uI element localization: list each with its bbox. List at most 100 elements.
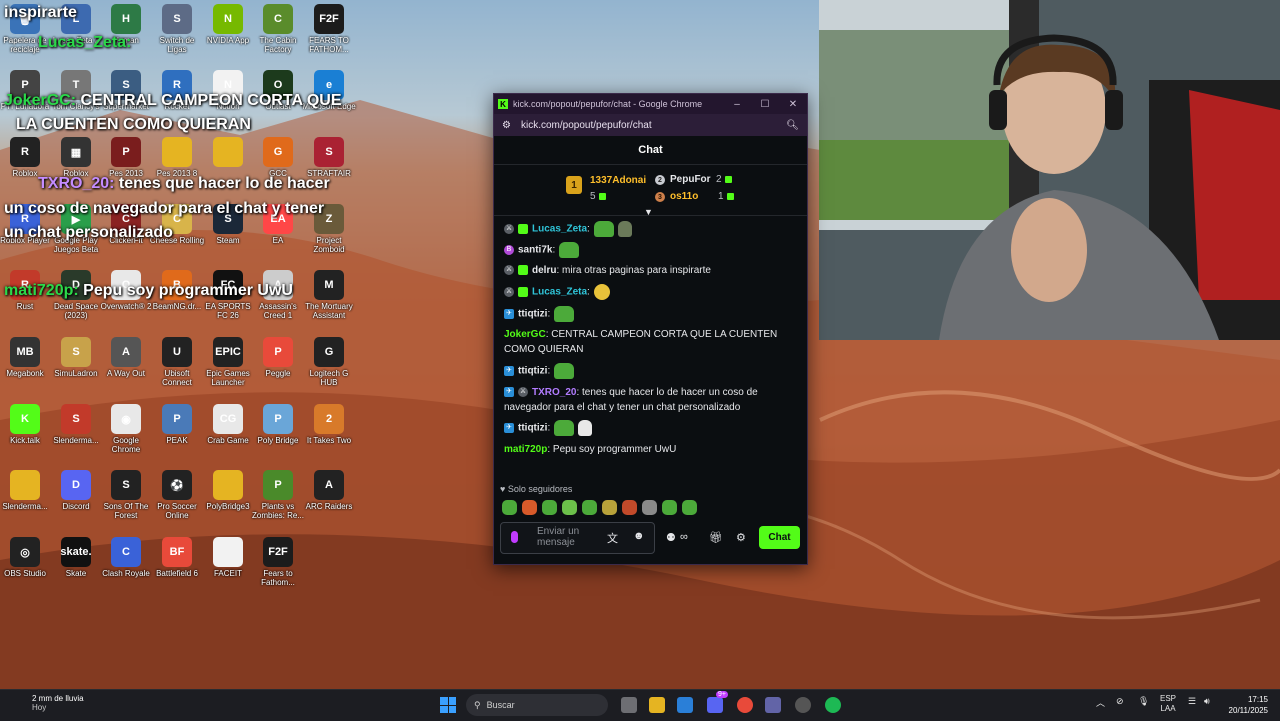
desktop-icon-label: Kick.talk [10, 436, 40, 445]
start-button[interactable] [440, 697, 456, 713]
chat-username[interactable]: mati720p [504, 444, 547, 455]
weather-title: 2 mm de lluvia [32, 694, 84, 703]
teams-icon[interactable] [765, 697, 781, 713]
desktop-icon[interactable]: ◉ Google Chrome [98, 404, 154, 454]
emote-button[interactable] [522, 500, 537, 515]
desktop-icon[interactable]: P Poly Bridge [250, 404, 306, 445]
mic-tray-icon[interactable]: 🎙︎ [1138, 696, 1149, 707]
chat-username[interactable]: TXRO_20 [532, 387, 576, 398]
tray-overflow-icon[interactable]: ︿ [1096, 696, 1105, 709]
desktop-icon[interactable]: S Slenderma... [48, 404, 104, 445]
emoji-icon[interactable]: ☻ [633, 530, 645, 542]
desktop-icon[interactable]: EPIC Epic Games Launcher [200, 337, 256, 387]
desktop-icon[interactable]: A ARC Raiders [301, 470, 357, 511]
chat-message-list[interactable]: ⚔ Lucas_Zeta: Bsanti7k: ⚔ delru: mira otra… [494, 218, 807, 476]
chat-username[interactable]: Lucas_Zeta [532, 224, 587, 235]
chat-username[interactable]: ttiqtizi [518, 309, 547, 320]
desktop-icon[interactable]: D Discord [48, 470, 104, 511]
obs-taskbar-icon[interactable] [795, 697, 811, 713]
microphone-icon[interactable] [511, 531, 518, 543]
collapse-chevron-icon[interactable]: ▼ [644, 207, 653, 217]
desktop-icon[interactable]: K Kick.talk [0, 404, 53, 445]
volume-icon[interactable]: 🔊︎ [1204, 696, 1210, 707]
infinity-icon[interactable]: ∞ [680, 531, 688, 543]
desktop-icon[interactable]: 2 It Takes Two [301, 404, 357, 445]
leader-third-name[interactable]: os11o [670, 191, 698, 202]
window-titlebar[interactable]: K kick.com/popout/pepufor/chat - Google … [494, 94, 807, 114]
language-indicator[interactable]: ESP LAA [1160, 694, 1176, 714]
discord-taskbar-icon[interactable] [707, 697, 723, 713]
desktop-icon[interactable]: CG Crab Game [200, 404, 256, 445]
network-off-icon[interactable]: ⊘ [1116, 696, 1124, 707]
desktop-icon-label: Pro Soccer Online [157, 502, 197, 520]
chat-username[interactable]: JokerGC [504, 329, 546, 340]
taskbar: 2 mm de lluvia Hoy ⚲ Buscar 9+ ︿ ⊘ 🎙︎ ES… [0, 689, 1280, 721]
weather-widget[interactable]: 2 mm de lluvia Hoy [12, 694, 84, 712]
emote-button[interactable] [602, 500, 617, 515]
desktop-icon[interactable]: U Ubisoft Connect [149, 337, 205, 387]
desktop-icon[interactable]: Slenderma... [0, 470, 53, 511]
overlay-line-4: mati720p: Pepu soy programmer UwU [4, 282, 293, 299]
chrome-taskbar-icon[interactable] [737, 697, 753, 713]
emote-button[interactable] [562, 500, 577, 515]
leader-first-name[interactable]: 1337Adonai [590, 175, 646, 186]
file-explorer-icon[interactable] [649, 697, 665, 713]
desktop-icon-label: Discord [62, 502, 90, 511]
address-bar[interactable]: ⚙ kick.com/popout/pepufor/chat 🔍︎ [494, 114, 807, 136]
close-button[interactable]: ✕ [779, 99, 807, 110]
site-info-icon[interactable]: ⚙ [502, 120, 511, 131]
app-icon: P [263, 337, 293, 367]
emote-button[interactable] [622, 500, 637, 515]
chat-input[interactable]: Enviar un mensaje 文 ☻ [500, 522, 655, 554]
desktop-icon[interactable]: BF Battlefield 6 [149, 537, 205, 578]
people-icon[interactable]: ⚉ [666, 531, 676, 544]
desktop-icon[interactable]: MB Megabonk [0, 337, 53, 378]
emote-button[interactable] [542, 500, 557, 515]
emote-button[interactable] [682, 500, 697, 515]
spotify-icon[interactable] [825, 697, 841, 713]
desktop-icon[interactable]: P Peggle [250, 337, 306, 378]
desktop-icon[interactable]: S SimuLadron [48, 337, 104, 378]
minimize-button[interactable]: – [723, 99, 751, 110]
desktop-icon[interactable]: G Logitech G HUB [301, 337, 357, 387]
wifi-icon[interactable]: ☰ [1188, 696, 1196, 707]
translate-icon[interactable]: 文 [607, 530, 618, 546]
chat-username[interactable]: santi7k [518, 245, 552, 256]
chat-text: mira otras paginas para inspirarte [562, 265, 711, 276]
desktop-icon[interactable]: ◎ OBS Studio [0, 537, 53, 578]
taskbar-search[interactable]: ⚲ Buscar [466, 694, 608, 716]
chat-text: Pepu soy programmer UwU [552, 444, 677, 455]
desktop-icon[interactable]: FACEIT [200, 537, 256, 578]
task-view-icon[interactable] [621, 697, 637, 713]
desktop-icon[interactable]: F2F Fears to Fathom... [250, 537, 306, 587]
desktop-icon[interactable]: ⚽ Pro Soccer Online [149, 470, 205, 520]
emote-button[interactable] [582, 500, 597, 515]
emote-button[interactable] [642, 500, 657, 515]
desktop-icon[interactable]: C Clash Royale [98, 537, 154, 578]
desktop-icon[interactable]: PolyBridge3 [200, 470, 256, 511]
chat-username[interactable]: ttiqtizi [518, 423, 547, 434]
desktop-icon[interactable]: S Sons Of The Forest [98, 470, 154, 520]
desktop-icon[interactable]: A A Way Out [98, 337, 154, 378]
maximize-button[interactable]: ☐ [751, 99, 779, 110]
desktop-icon[interactable]: skate. Skate [48, 537, 104, 578]
desktop-icon[interactable]: P Plants vs Zombies: Re... [250, 470, 306, 520]
vip-badge-icon: ✈ [504, 423, 514, 433]
emote-button[interactable] [502, 500, 517, 515]
clock-time: 17:15 [1247, 695, 1268, 704]
zoom-icon[interactable]: 🔍︎ [786, 120, 799, 131]
desktop-icon[interactable]: P PEAK [149, 404, 205, 445]
vip-badge-icon: ✈ [504, 387, 514, 398]
gift-shop-icon[interactable]: 🎁︎ [709, 531, 723, 544]
store-icon[interactable] [677, 697, 693, 713]
clock[interactable]: 17:15 20/11/2025 [1229, 694, 1268, 716]
chat-username[interactable]: delru [532, 265, 556, 276]
settings-gear-icon[interactable]: ⚙ [736, 531, 746, 544]
emote-button[interactable] [662, 500, 677, 515]
leader-second-name[interactable]: PepuFor [670, 174, 711, 185]
rank-third-icon: 3 [655, 192, 665, 202]
chat-username[interactable]: Lucas_Zeta [532, 287, 587, 298]
chat-username[interactable]: ttiqtizi [518, 366, 547, 377]
desktop-icon-label: Clash Royale [102, 569, 150, 578]
send-chat-button[interactable]: Chat [759, 526, 800, 549]
